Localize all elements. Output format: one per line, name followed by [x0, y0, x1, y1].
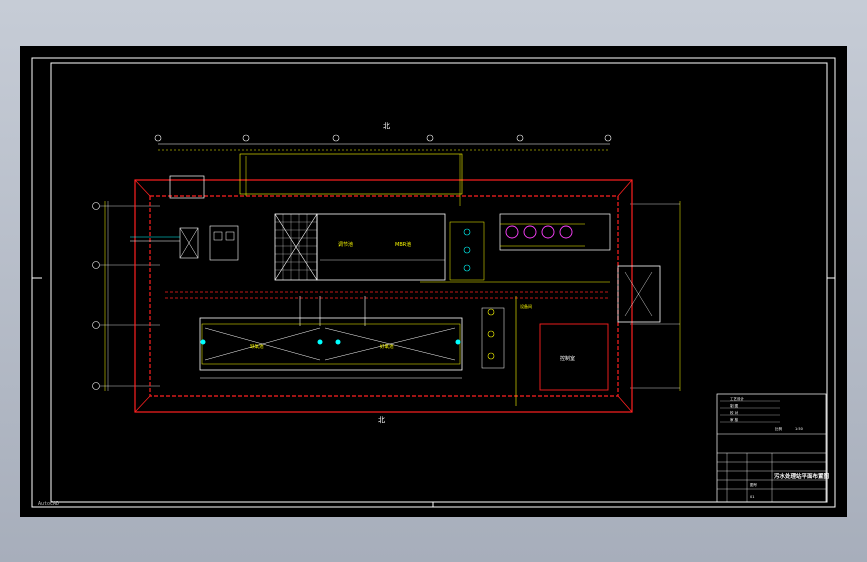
tank-bioreactor	[199, 317, 463, 371]
title-block: 工艺设计 制 图 校 对 审 核 比例 1:50 图号 01 污水处理站平面布置…	[716, 393, 830, 503]
pump-4	[559, 225, 573, 239]
entrance-door	[617, 265, 661, 323]
axis-bubble-a	[154, 134, 162, 142]
sheet-border-inner	[50, 62, 828, 503]
tank-label-5: 好氧池	[380, 343, 394, 350]
cad-drawing[interactable]: 北 北 调节池 MBR池 缺氧池 好氧池 控制室 设备间 工艺设计 制 图 校 …	[20, 46, 847, 517]
note-top-right: 设备间	[520, 303, 532, 309]
sheet-border-outer	[31, 57, 836, 508]
building-outline	[134, 179, 633, 413]
axis-bubble-c	[332, 134, 340, 142]
axis-bubble-3	[92, 261, 100, 269]
north-marker-bottom: 北	[378, 416, 385, 424]
axis-bubble-1	[92, 382, 100, 390]
tank-label-1: 调节池	[338, 241, 353, 248]
footer-text: AutoCAD	[38, 501, 60, 507]
pump-room	[499, 213, 611, 251]
title-block-row-4: 审 核	[730, 417, 739, 422]
axis-bubble-f	[604, 134, 612, 142]
axis-bubble-4	[92, 202, 100, 210]
room-right-label: 控制室	[560, 355, 575, 362]
tank-regulating	[316, 213, 446, 281]
pump-1	[505, 225, 519, 239]
cad-drawing-viewport[interactable]: 北 北 调节池 MBR池 缺氧池 好氧池 控制室 设备间 工艺设计 制 图 校 …	[20, 46, 847, 517]
axis-bubble-d	[426, 134, 434, 142]
title-block-scale-label: 比例	[775, 426, 783, 431]
title-block-row-1: 工艺设计	[730, 396, 744, 401]
axis-bubble-2	[92, 321, 100, 329]
axis-bubble-b	[242, 134, 250, 142]
tank-label-4: 缺氧池	[250, 343, 264, 350]
title-block-scale: 1:50	[795, 427, 803, 431]
pump-3	[541, 225, 555, 239]
tank-label-2: MBR池	[395, 241, 411, 248]
title-block-row-3: 校 对	[730, 410, 739, 415]
inlet-well	[169, 175, 205, 199]
pump-2	[523, 225, 537, 239]
title-block-row-2: 制 图	[730, 403, 739, 408]
title-block-sheet: 01	[750, 495, 754, 499]
title-block-sheet-label: 图号	[750, 482, 758, 487]
north-marker-top: 北	[383, 122, 390, 130]
axis-bubble-e	[516, 134, 524, 142]
drawing-title: 污水处理站平面布置图	[774, 472, 830, 480]
